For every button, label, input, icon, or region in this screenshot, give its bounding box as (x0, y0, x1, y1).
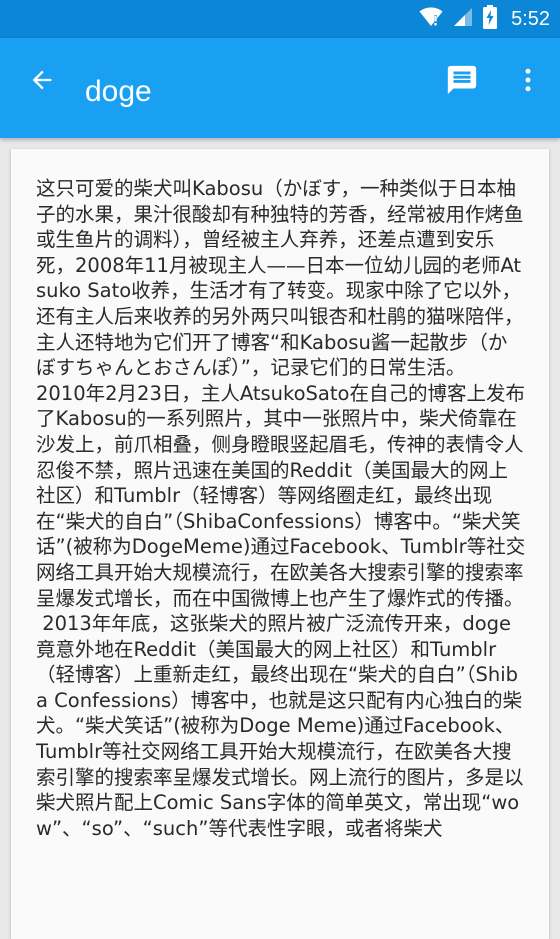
signal-icon (453, 7, 473, 31)
status-time: 5:52 (511, 7, 550, 30)
wifi-icon (419, 7, 443, 31)
page-title: doge (85, 75, 152, 108)
more-vert-icon (513, 65, 543, 99)
status-icons: 5:52 (419, 0, 550, 38)
message-button[interactable] (438, 58, 486, 106)
message-icon (445, 63, 479, 101)
battery-charging-icon (483, 5, 498, 33)
back-button[interactable] (18, 58, 66, 106)
overflow-menu-button[interactable] (504, 58, 552, 106)
status-bar: 5:52 (0, 0, 560, 38)
article-text: 这只可爱的柴犬叫Kabosu（かぼす，一种类似于日本柚子的水果，果汁很酸却有种独… (36, 177, 526, 840)
app-bar: doge (0, 38, 560, 138)
arrow-back-icon (28, 66, 56, 98)
article-card: 这只可爱的柴犬叫Kabosu（かぼす，一种类似于日本柚子的水果，果汁很酸却有种独… (11, 149, 549, 939)
